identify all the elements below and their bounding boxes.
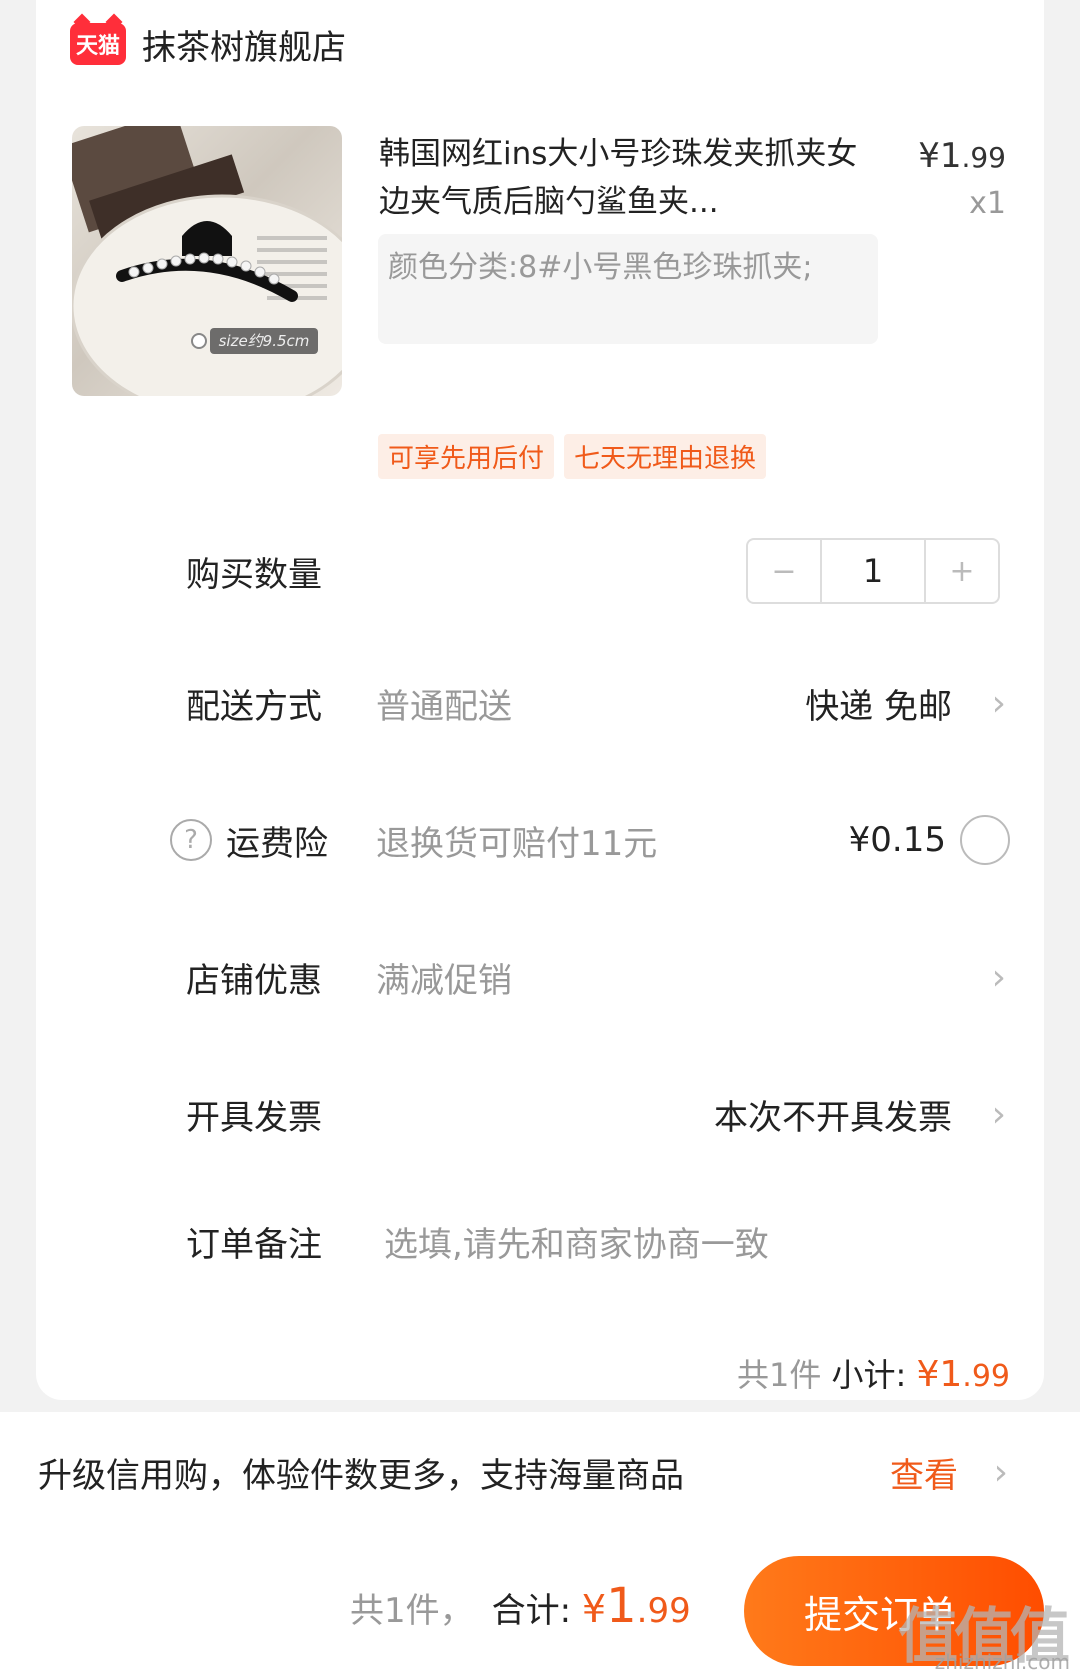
amount-integer: 1	[939, 1354, 963, 1395]
product-photo: size约9.5cm	[72, 126, 342, 396]
store-order-card: 天猫 抹茶树旗舰店 size约9.5cm 韩国网红ins大小号珍珠发夹抓夹女边夹…	[36, 0, 1044, 1400]
price-decimal: .99	[961, 141, 1006, 174]
row-store-discount[interactable]: 店铺优惠 满减促销 ›	[36, 937, 1044, 1017]
amount-decimal: .99	[962, 1359, 1010, 1394]
image-size-label: size约9.5cm	[219, 332, 310, 350]
discount-type: 满减促销	[376, 960, 512, 1001]
order-confirm-page: 天猫 抹茶树旗舰店 size约9.5cm 韩国网红ins大小号珍珠发夹抓夹女边夹…	[0, 0, 1080, 1673]
store-name[interactable]: 抹茶树旗舰店	[142, 20, 346, 69]
tag-pay-later: 可享先用后付	[378, 434, 555, 479]
delivery-value: 快递 免邮	[805, 686, 952, 727]
total-count: 共1件，	[350, 1591, 474, 1631]
checkout-bar: 共1件， 合计: ¥1.99 提交订单 值值值 zhizhizhi.com	[0, 1532, 1080, 1673]
total-amount: ¥1.99	[581, 1578, 691, 1634]
subtotal-amount: ¥1.99	[916, 1354, 1010, 1395]
chevron-right-icon: ›	[991, 956, 1006, 998]
row-shipping-insurance: ? 运费险 退换货可赔付11元 ¥0.15	[36, 800, 1044, 880]
help-icon[interactable]: ?	[170, 819, 212, 861]
note-label: 订单备注	[186, 1224, 322, 1265]
quantity-label: 购买数量	[186, 554, 322, 595]
row-invoice[interactable]: 开具发票 本次不开具发票 ›	[36, 1074, 1044, 1154]
row-delivery[interactable]: 配送方式 普通配送 快递 免邮 ›	[36, 663, 1044, 743]
note-input[interactable]: 选填,请先和商家协商一致	[384, 1217, 769, 1266]
subtotal: 共1件 小计: ¥1.99	[737, 1350, 1010, 1396]
chevron-right-icon: ›	[993, 1451, 1008, 1493]
insurance-price: ¥0.15	[848, 820, 946, 860]
delivery-label: 配送方式	[186, 686, 322, 727]
credit-banner-text: 升级信用购，体验件数更多，支持海量商品	[38, 1455, 684, 1496]
store-header[interactable]: 天猫 抹茶树旗舰店	[70, 20, 346, 68]
insurance-radio[interactable]	[960, 815, 1010, 865]
currency-symbol: ¥	[918, 136, 940, 176]
subtotal-count: 共1件	[736, 1356, 822, 1394]
tag-free-return: 七天无理由退换	[564, 434, 767, 479]
row-order-note: 订单备注 选填,请先和商家协商一致	[36, 1201, 1044, 1281]
delivery-type: 普通配送	[376, 686, 512, 727]
amount-integer: 1	[606, 1578, 637, 1634]
currency-symbol: ¥	[916, 1354, 940, 1395]
invoice-label: 开具发票	[186, 1097, 322, 1138]
tmall-logo: 天猫	[70, 23, 126, 65]
product-image[interactable]: size约9.5cm	[72, 126, 342, 396]
decrease-button[interactable]: −	[748, 540, 820, 602]
total-label: 合计:	[491, 1591, 572, 1631]
chevron-right-icon: ›	[991, 1093, 1006, 1135]
amount-decimal: .99	[636, 1591, 691, 1631]
invoice-value: 本次不开具发票	[714, 1097, 952, 1138]
product-title[interactable]: 韩国网红ins大小号珍珠发夹抓夹女边夹气质后脑勺鲨鱼夹...	[379, 130, 859, 226]
subtotal-label: 小计:	[831, 1356, 907, 1394]
quantity-value[interactable]: 1	[820, 540, 926, 602]
view-link[interactable]: 查看	[890, 1448, 958, 1497]
increase-button[interactable]: +	[926, 540, 998, 602]
product-spec[interactable]: 颜色分类:8#小号黑色珍珠抓夹;	[378, 234, 878, 344]
product-price: ¥1.99	[918, 136, 1006, 176]
credit-banner[interactable]: 升级信用购，体验件数更多，支持海量商品 查看 ›	[0, 1412, 1080, 1532]
order-total: 共1件， 合计: ¥1.99	[350, 1578, 691, 1634]
insurance-label: 运费险	[226, 823, 328, 864]
discount-label: 店铺优惠	[186, 960, 322, 1001]
watermark-url: zhizhizhi.com	[934, 1650, 1070, 1673]
chevron-right-icon: ›	[991, 682, 1006, 724]
currency-symbol: ¥	[581, 1587, 607, 1631]
product-quantity: x1	[969, 186, 1006, 221]
quantity-stepper[interactable]: − 1 +	[746, 538, 1000, 604]
price-integer: 1	[939, 136, 962, 176]
service-tags: 可享先用后付 七天无理由退换	[378, 434, 767, 479]
insurance-desc: 退换货可赔付11元	[376, 823, 658, 864]
